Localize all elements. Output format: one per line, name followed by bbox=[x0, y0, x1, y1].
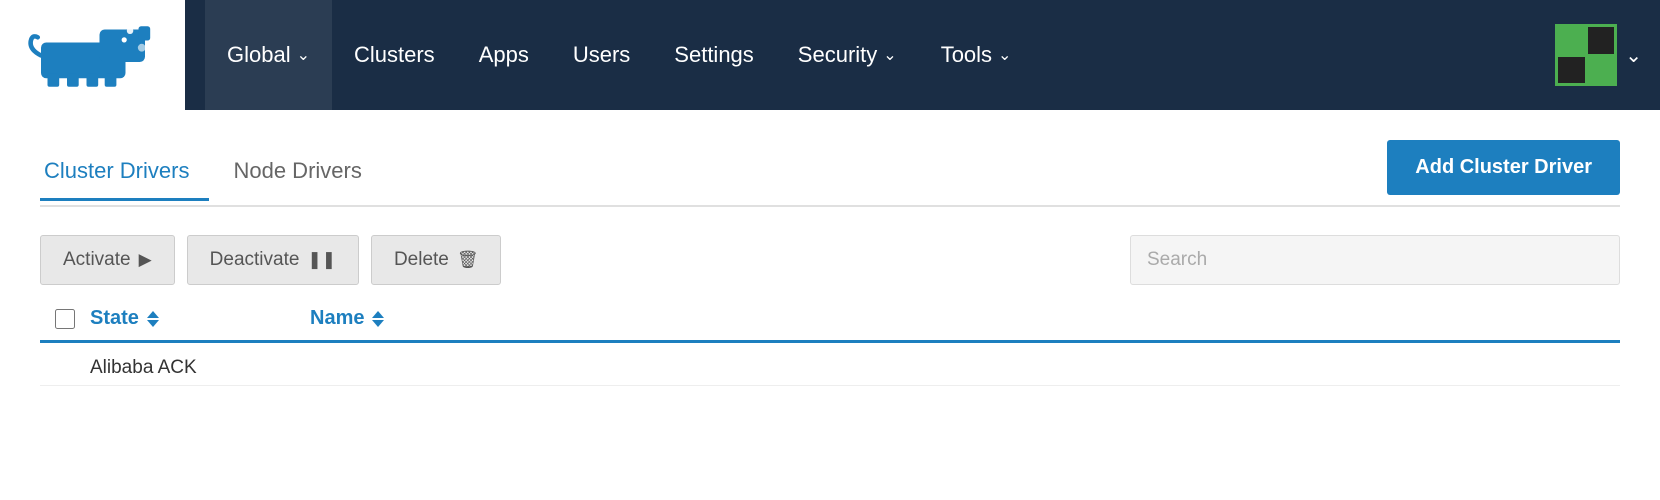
tools-chevron-icon: ⌄ bbox=[998, 45, 1011, 65]
deactivate-button[interactable]: Deactivate ❚❚ bbox=[187, 235, 359, 285]
add-cluster-driver-label: Add Cluster Driver bbox=[1415, 156, 1592, 178]
main-content: Cluster Drivers Node Drivers Add Cluster… bbox=[0, 110, 1660, 386]
nav-label-tools: Tools bbox=[941, 42, 992, 68]
table-header: State Name bbox=[40, 307, 1620, 343]
search-input[interactable] bbox=[1130, 235, 1620, 285]
tab-cluster-drivers[interactable]: Cluster Drivers bbox=[40, 148, 209, 201]
state-column-label: State bbox=[90, 307, 139, 330]
nav-label-security: Security bbox=[798, 42, 877, 68]
nav-label-global: Global bbox=[227, 42, 291, 68]
avatar-cell-br bbox=[1588, 57, 1615, 84]
header-checkbox-cell bbox=[40, 309, 90, 329]
name-sort-up-icon bbox=[372, 311, 384, 318]
trash-icon: 🗑 bbox=[457, 250, 479, 270]
col-name-header[interactable]: Name bbox=[310, 307, 1620, 330]
nav-item-settings[interactable]: Settings bbox=[652, 0, 776, 110]
tab-node-drivers[interactable]: Node Drivers bbox=[229, 148, 381, 201]
table-row: Alibaba ACK bbox=[40, 343, 1620, 386]
nav-item-global[interactable]: Global ⌄ bbox=[205, 0, 332, 110]
state-sort-icon bbox=[147, 311, 159, 327]
deactivate-label: Deactivate bbox=[210, 249, 300, 271]
pause-icon: ❚❚ bbox=[307, 250, 336, 270]
tabs-left: Cluster Drivers Node Drivers bbox=[40, 146, 402, 199]
avatar-cell-tl bbox=[1558, 27, 1585, 54]
nav-item-users[interactable]: Users bbox=[551, 0, 652, 110]
actions-row: Activate ▶ Deactivate ❚❚ Delete 🗑 bbox=[40, 235, 1620, 285]
search-wrapper bbox=[1130, 235, 1620, 285]
play-icon: ▶ bbox=[139, 250, 152, 270]
nav-label-settings: Settings bbox=[674, 42, 754, 68]
tab-node-drivers-label: Node Drivers bbox=[233, 158, 361, 183]
sort-down-icon bbox=[147, 320, 159, 327]
tabs-row: Cluster Drivers Node Drivers Add Cluster… bbox=[40, 140, 1620, 207]
nav-item-clusters[interactable]: Clusters bbox=[332, 0, 457, 110]
activate-label: Activate bbox=[63, 249, 131, 271]
avatar bbox=[1555, 24, 1617, 86]
name-sort-icon bbox=[372, 311, 384, 327]
tab-cluster-drivers-label: Cluster Drivers bbox=[44, 158, 189, 183]
chevron-down-icon: ⌄ bbox=[297, 45, 310, 65]
nav-items: Global ⌄ Clusters Apps Users Settings Se… bbox=[185, 0, 1537, 110]
navbar: Global ⌄ Clusters Apps Users Settings Se… bbox=[0, 0, 1660, 110]
nav-label-apps: Apps bbox=[479, 42, 529, 68]
nav-item-tools[interactable]: Tools ⌄ bbox=[919, 0, 1034, 110]
name-sort-down-icon bbox=[372, 320, 384, 327]
avatar-cell-bl bbox=[1558, 57, 1585, 84]
nav-item-apps[interactable]: Apps bbox=[457, 0, 551, 110]
col-state-header[interactable]: State bbox=[90, 307, 310, 330]
select-all-checkbox[interactable] bbox=[55, 309, 75, 329]
activate-button[interactable]: Activate ▶ bbox=[40, 235, 175, 285]
nav-label-users: Users bbox=[573, 42, 630, 68]
nav-right: ⌄ bbox=[1537, 0, 1660, 110]
delete-label: Delete bbox=[394, 249, 449, 271]
security-chevron-icon: ⌄ bbox=[883, 45, 896, 65]
delete-button[interactable]: Delete 🗑 bbox=[371, 235, 502, 285]
nav-item-security[interactable]: Security ⌄ bbox=[776, 0, 919, 110]
add-cluster-driver-button[interactable]: Add Cluster Driver bbox=[1387, 140, 1620, 195]
avatar-chevron-icon: ⌄ bbox=[1625, 43, 1642, 68]
logo-area bbox=[0, 0, 185, 110]
user-avatar-button[interactable]: ⌄ bbox=[1537, 0, 1660, 110]
name-column-label: Name bbox=[310, 307, 364, 330]
nav-label-clusters: Clusters bbox=[354, 42, 435, 68]
sort-up-icon bbox=[147, 311, 159, 318]
rancher-logo bbox=[28, 23, 158, 88]
avatar-cell-tr bbox=[1588, 27, 1615, 54]
row-name-text: Alibaba ACK bbox=[90, 357, 197, 379]
